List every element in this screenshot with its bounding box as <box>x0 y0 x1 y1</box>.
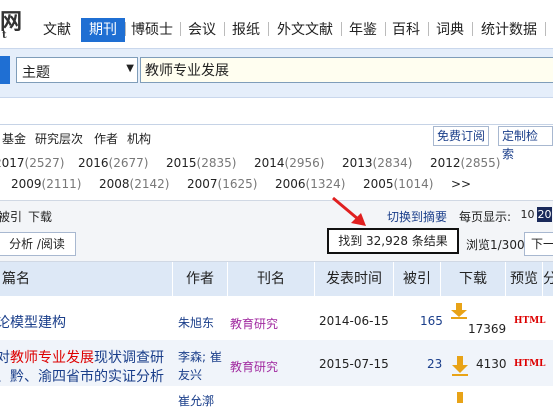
nav-tab-journals[interactable]: 期刊 <box>81 18 125 42</box>
header-preview: 预览 <box>510 271 538 287</box>
nav-separator <box>268 22 269 36</box>
sort-by-citations[interactable]: 被引 <box>0 208 22 225</box>
per-page-label: 每页显示: <box>459 210 512 224</box>
citation-count[interactable]: 165 <box>420 314 443 328</box>
publish-date: 2014-06-15 <box>319 314 389 328</box>
search-field-value: 主题 <box>22 65 50 81</box>
download-count: 17369 <box>468 322 507 336</box>
header-downloads[interactable]: 下载 <box>441 262 505 296</box>
header-author[interactable]: 作者 <box>173 262 227 296</box>
next-page-button[interactable]: 下一 <box>524 232 553 256</box>
page-size-10[interactable]: 10 <box>520 207 535 222</box>
article-title-link[interactable]: 对教师专业发展现状调查研 <box>0 347 164 367</box>
year-filter-2005[interactable]: 2005(1014) <box>363 177 433 191</box>
group-institution[interactable]: 机构 <box>127 130 151 147</box>
nav-tab-theses[interactable]: 博硕士 <box>128 18 176 42</box>
article-journal[interactable]: 教育研究 <box>230 358 278 375</box>
header-journal[interactable]: 刊名 <box>228 262 314 296</box>
year-filter-2013[interactable]: 2013(2834) <box>342 156 412 170</box>
article-author-line2[interactable]: 友兴 <box>178 366 202 383</box>
result-count: 找到 32,928 条结果 <box>327 228 459 254</box>
switch-to-abstract-link[interactable]: 切换到摘要 <box>387 208 447 225</box>
nav-tab-encyclopedia[interactable]: 百科 <box>388 18 424 42</box>
article-author[interactable]: 李森; 崔 <box>178 348 222 365</box>
article-author[interactable]: 朱旭东 <box>178 314 214 331</box>
free-subscribe-button[interactable]: 免费订阅 <box>433 126 490 146</box>
nav-tab-statistics[interactable]: 统计数据 <box>477 18 541 42</box>
article-author[interactable]: 崔允漷 <box>178 392 214 409</box>
nav-separator <box>224 22 225 36</box>
year-filter-2006[interactable]: 2006(1324) <box>275 177 345 191</box>
nav-separator <box>472 22 473 36</box>
publish-date: 2015-07-15 <box>319 357 389 371</box>
nav-separator <box>125 22 126 36</box>
header-share: 分 <box>543 271 553 287</box>
article-journal[interactable]: 教育研究 <box>230 315 278 332</box>
year-filter-2009[interactable]: 2009(2111) <box>11 177 81 191</box>
nav-separator <box>545 22 546 36</box>
group-research-level[interactable]: 研究层次 <box>35 130 83 147</box>
year-filter-2014[interactable]: 2014(2956) <box>254 156 324 170</box>
nav-tab-foreign-literature[interactable]: 外文文献 <box>273 18 337 42</box>
search-query-input[interactable] <box>140 57 553 83</box>
sort-by-downloads[interactable]: 下载 <box>28 208 52 225</box>
annotation-arrow <box>332 196 366 226</box>
nav-tab-newspapers[interactable]: 报纸 <box>228 18 264 42</box>
more-years-link[interactable]: >> <box>451 177 471 191</box>
article-title-link-line2[interactable]: 、黔、渝四省市的实证分析 <box>0 366 164 386</box>
year-filter-2008[interactable]: 2008(2142) <box>99 177 169 191</box>
nav-tab-conferences[interactable]: 会议 <box>184 18 220 42</box>
header-citations[interactable]: 被引 <box>394 262 440 296</box>
search-field-select[interactable]: 主题 ▼ <box>16 57 138 83</box>
html-preview-icon[interactable]: HTML <box>514 316 546 326</box>
year-filter-2007[interactable]: 2007(1625) <box>187 177 257 191</box>
analysis-read-button[interactable]: 分析 /阅读 <box>0 232 76 256</box>
year-filter-2017[interactable]: 2017(2527) <box>0 156 64 170</box>
nav-separator <box>428 22 429 36</box>
table-row <box>0 386 553 403</box>
header-date[interactable]: 发表时间 <box>315 262 393 296</box>
year-filter-2015[interactable]: 2015(2835) <box>166 156 236 170</box>
page-size-20[interactable]: 20 <box>537 207 552 222</box>
download-icon[interactable] <box>451 356 469 378</box>
year-filter-2016[interactable]: 2016(2677) <box>78 156 148 170</box>
citation-count[interactable]: 23 <box>427 357 442 371</box>
article-title-link[interactable]: 论模型建构 <box>0 312 66 332</box>
nav-separator <box>385 22 386 36</box>
nav-tab-literature[interactable]: 文献 <box>37 18 77 42</box>
group-fund[interactable]: 基金 <box>2 130 26 147</box>
nav-separator <box>180 22 181 36</box>
search-type-button[interactable] <box>0 56 10 84</box>
custom-search-button[interactable]: 定制检索 <box>498 126 553 161</box>
download-icon[interactable] <box>450 303 468 319</box>
header-title[interactable]: 篇名 <box>0 262 42 296</box>
html-preview-icon[interactable]: HTML <box>514 359 546 369</box>
nav-tab-dictionary[interactable]: 词典 <box>432 18 468 42</box>
group-author[interactable]: 作者 <box>94 130 118 147</box>
download-icon[interactable] <box>451 392 469 403</box>
nav-separator <box>341 22 342 36</box>
dropdown-arrow-icon: ▼ <box>126 63 134 74</box>
page-position: 浏览1/300 <box>466 238 525 252</box>
nav-tab-yearbooks[interactable]: 年鉴 <box>345 18 381 42</box>
year-filter-2012[interactable]: 2012(2855) <box>430 156 500 170</box>
download-count: 4130 <box>476 357 507 371</box>
